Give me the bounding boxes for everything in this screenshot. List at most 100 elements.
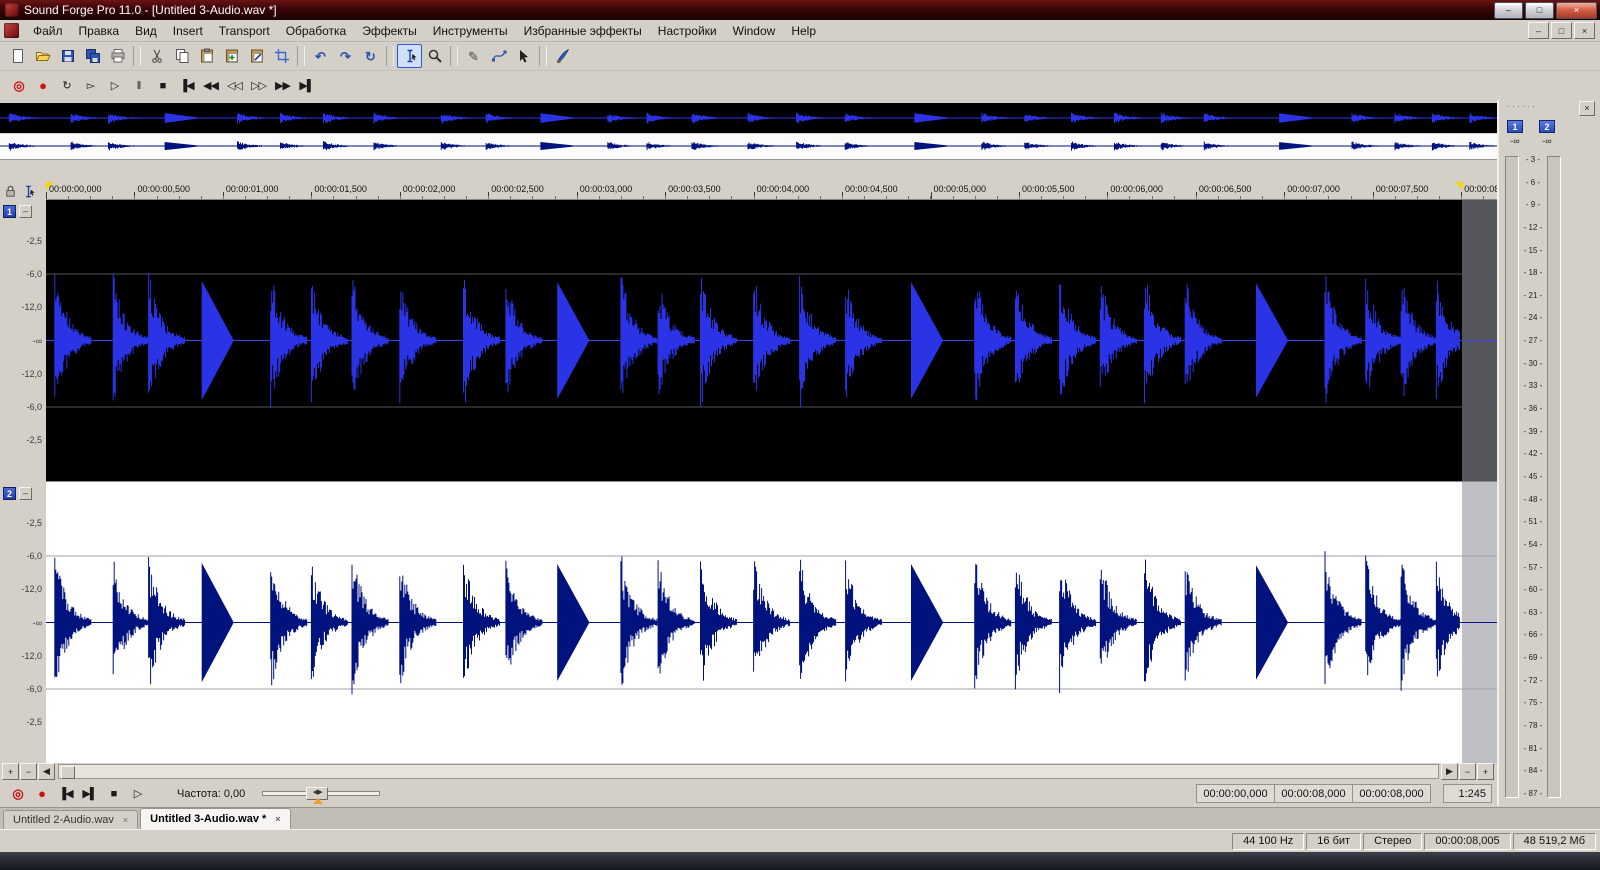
scroll-left-button[interactable]: ◀	[38, 763, 55, 780]
selection-start-field[interactable]: 00:00:00,000	[1196, 784, 1275, 803]
envelope-tool-button[interactable]	[486, 44, 511, 68]
scrollbar-thumb[interactable]	[61, 766, 75, 779]
zoom-out-left-button[interactable]: −	[20, 763, 37, 780]
sound-forge-window: Sound Forge Pro 11.0 - [Untitled 3-Audio…	[0, 0, 1600, 870]
mdi-close-button[interactable]: ×	[1574, 22, 1595, 39]
print-button[interactable]	[105, 44, 130, 68]
menu-tools[interactable]: Инструменты	[425, 21, 516, 41]
scrollbar-track[interactable]	[58, 764, 1439, 779]
tab-close-icon[interactable]: ×	[275, 814, 280, 824]
record-button[interactable]: ●	[32, 75, 53, 97]
menu-effects[interactable]: Эффекты	[354, 21, 425, 41]
waveform-channel-1[interactable]	[46, 200, 1497, 482]
db-label: -12,0	[21, 584, 42, 595]
overview-waveform-ch2[interactable]	[0, 134, 1497, 160]
menu-transport[interactable]: Transport	[211, 21, 278, 41]
stop-button[interactable]: ■	[152, 75, 173, 97]
save-all-button[interactable]	[80, 44, 105, 68]
scroll-right-button[interactable]: ▶	[1441, 763, 1458, 780]
bottom-record-button[interactable]: ●	[31, 783, 52, 805]
play-button[interactable]: ▷	[104, 75, 125, 97]
menu-options[interactable]: Настройки	[650, 21, 725, 41]
loop-region-end-marker[interactable]	[1455, 182, 1463, 190]
pencil-tool-button[interactable]: ✎	[461, 44, 486, 68]
bottom-play-button[interactable]: ▷	[127, 783, 148, 805]
redo-button[interactable]: ↷	[333, 44, 358, 68]
fast-forward-button[interactable]: ▷▷	[248, 75, 269, 97]
zoom-out-right-button[interactable]: −	[1459, 763, 1476, 780]
tab-1[interactable]: Untitled 2-Audio.wav ×	[3, 810, 139, 829]
mdi-minimize-button[interactable]: –	[1528, 22, 1549, 39]
playback-speed-slider[interactable]: ◀▶	[262, 784, 381, 804]
waveform-channel-2[interactable]	[46, 482, 1497, 763]
edit-cursor-icon[interactable]	[21, 184, 36, 199]
record-remote-button[interactable]: ◎	[8, 75, 29, 97]
menu-help[interactable]: Help	[783, 21, 824, 41]
selection-end-field[interactable]: 00:00:08,000	[1274, 784, 1353, 803]
menu-window[interactable]: Window	[725, 21, 784, 41]
channel-2-button[interactable]: 2	[3, 487, 16, 500]
bottom-record-remote-button[interactable]: ◎	[7, 783, 28, 805]
pause-button[interactable]: ‖	[128, 75, 149, 97]
event-tool-button[interactable]	[511, 44, 536, 68]
loop-playback-button[interactable]: ↻	[56, 75, 77, 97]
ruler-minor-tick	[68, 196, 70, 199]
go-to-end-button[interactable]: ▶▌	[296, 75, 317, 97]
menu-process[interactable]: Обработка	[278, 21, 355, 41]
previous-marker-button[interactable]: ◀◀	[200, 75, 221, 97]
open-file-button[interactable]	[30, 44, 55, 68]
zoom-in-left-button[interactable]: +	[2, 763, 19, 780]
menu-file[interactable]: Файл	[25, 21, 71, 41]
channel-1-minimize-button[interactable]: –	[19, 205, 32, 218]
overview-waveform-ch1[interactable]	[0, 103, 1497, 133]
channel-2-minimize-button[interactable]: –	[19, 487, 32, 500]
selection-length-field[interactable]: 00:00:08,000	[1352, 784, 1431, 803]
bottom-go-to-end-button[interactable]: ▶▌	[79, 783, 100, 805]
close-button[interactable]: ×	[1556, 1, 1597, 19]
trim-button[interactable]	[269, 44, 294, 68]
menu-insert[interactable]: Insert	[165, 21, 211, 41]
paste-mix-button[interactable]	[219, 44, 244, 68]
edit-tool-button[interactable]	[397, 44, 422, 68]
paint-tool-button[interactable]	[550, 44, 575, 68]
meter-scale-value: - 87 -	[1523, 788, 1543, 798]
new-file-button[interactable]	[5, 44, 30, 68]
panel-grip[interactable]: ······	[1507, 101, 1537, 111]
meter-channel-1-button[interactable]: 1	[1507, 120, 1523, 133]
next-marker-button[interactable]: ▶▶	[272, 75, 293, 97]
play-all-button[interactable]: ▻	[80, 75, 101, 97]
menu-edit[interactable]: Правка	[71, 21, 128, 41]
restore-button[interactable]: □	[1525, 1, 1554, 19]
copy-button[interactable]	[169, 44, 194, 68]
status-free-space: 48 519,2 Мб	[1512, 832, 1596, 850]
bottom-go-to-start-button[interactable]: ▐◀	[55, 783, 76, 805]
meter-channel-2-button[interactable]: 2	[1539, 120, 1555, 133]
repeat-button[interactable]: ↻	[358, 44, 383, 68]
rewind-button[interactable]: ◁◁	[224, 75, 245, 97]
zoom-in-right-button[interactable]: +	[1477, 763, 1494, 780]
lock-icon[interactable]	[3, 184, 18, 199]
frequency-readout: Частота: 0,00	[177, 787, 246, 800]
mdi-window-controls: – □ ×	[1528, 22, 1595, 39]
zoom-ratio-field[interactable]: 1:245	[1443, 784, 1492, 803]
go-to-start-button[interactable]: ▐◀	[176, 75, 197, 97]
menu-favorite-effects[interactable]: Избранные эффекты	[516, 21, 650, 41]
ruler-minor-tick	[289, 196, 291, 199]
minimize-button[interactable]: –	[1494, 1, 1523, 19]
meter-scale-value: - 18 -	[1523, 268, 1543, 278]
magnify-tool-button[interactable]	[422, 44, 447, 68]
paste-button[interactable]	[194, 44, 219, 68]
tab-2[interactable]: Untitled 3-Audio.wav * ×	[140, 808, 291, 829]
channel-1-button[interactable]: 1	[3, 205, 16, 218]
mdi-restore-button[interactable]: □	[1551, 22, 1572, 39]
timeline-ruler[interactable]: 00:00:00,000 00:00:00,500 00:00:01,000 00:0…	[46, 182, 1497, 200]
bottom-stop-button[interactable]: ■	[103, 783, 124, 805]
menu-view[interactable]: Вид	[127, 21, 165, 41]
panel-close-icon[interactable]: ×	[1579, 101, 1595, 116]
tab-close-icon[interactable]: ×	[123, 815, 128, 825]
meter-scale-value: - 72 -	[1523, 675, 1543, 685]
paste-new-button[interactable]	[244, 44, 269, 68]
undo-button[interactable]: ↶	[308, 44, 333, 68]
save-button[interactable]	[55, 44, 80, 68]
cut-button[interactable]	[144, 44, 169, 68]
